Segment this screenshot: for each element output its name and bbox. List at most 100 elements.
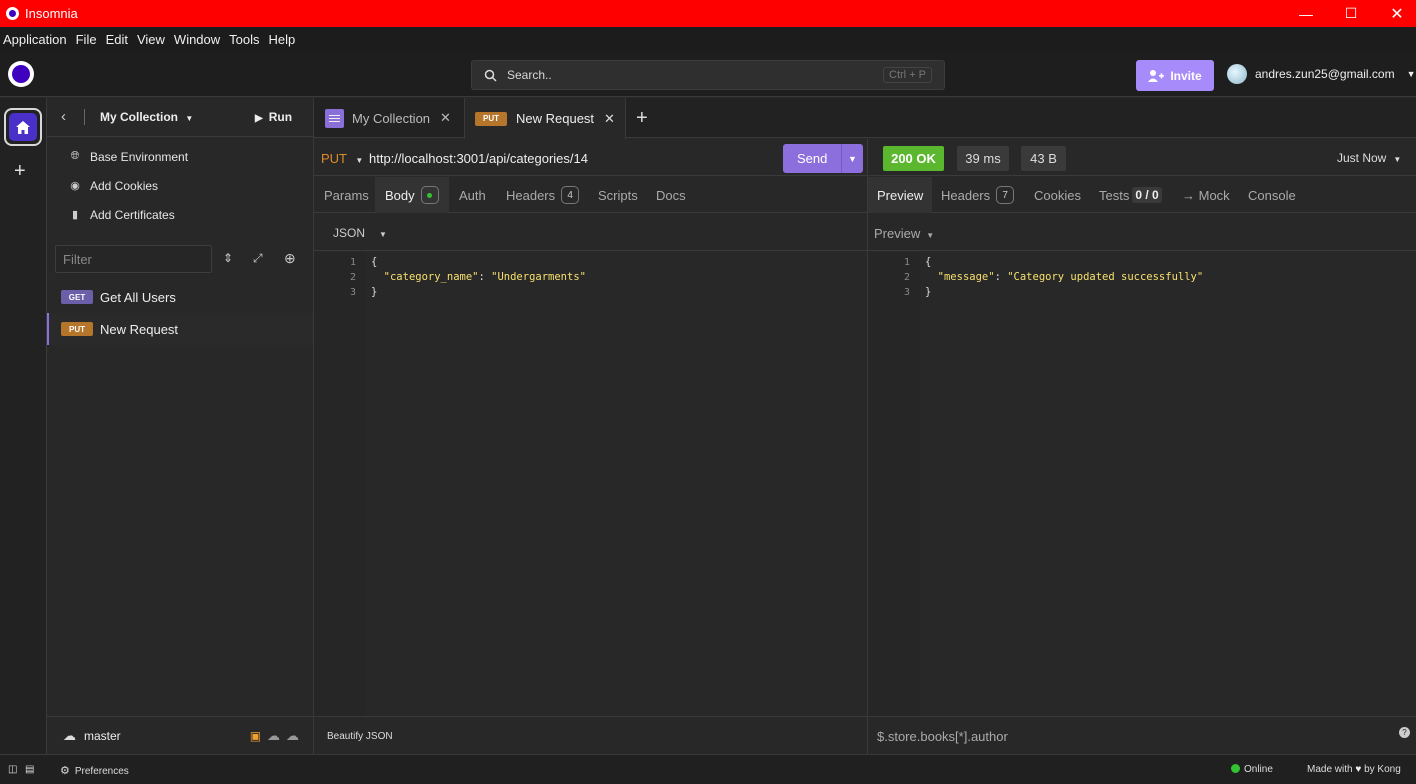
body-active-indicator bbox=[420, 186, 439, 204]
code-line: } bbox=[371, 286, 378, 298]
sidebar-request-new-request[interactable]: PUT New Request bbox=[47, 313, 313, 345]
branch-name[interactable]: master bbox=[84, 729, 121, 743]
made-with-kong[interactable]: Made with ♥ by Kong bbox=[1307, 764, 1401, 775]
code-line: } bbox=[925, 286, 932, 298]
filter-input[interactable]: Filter bbox=[55, 245, 212, 273]
user-menu[interactable]: andres.zun25@gmail.com ▼ bbox=[1227, 64, 1416, 84]
sort-icon[interactable]: ⇕ bbox=[223, 251, 233, 265]
request-tabs: Params Body Auth Headers 4 Scripts Docs bbox=[314, 177, 867, 213]
top-bar: Search.. Ctrl + P Invite andres.zun25@gm… bbox=[0, 52, 1416, 97]
method-badge: GET bbox=[61, 290, 93, 304]
title-bar: Insomnia — ☐ ✕ bbox=[0, 0, 1416, 27]
made-with-label: Made with bbox=[1307, 764, 1353, 775]
invite-button[interactable]: Invite bbox=[1136, 60, 1214, 91]
certificate-icon: ▮ bbox=[71, 209, 79, 221]
tab-label: Headers bbox=[941, 187, 991, 203]
sidebar-item-base-environment[interactable]: 🌐︎ Base Environment bbox=[47, 142, 313, 171]
sidebar-request-get-all-users[interactable]: GET Get All Users bbox=[47, 281, 313, 313]
tab-docs[interactable]: Docs bbox=[656, 177, 686, 213]
tab-response-headers[interactable]: Headers 7 bbox=[941, 177, 1015, 213]
tab-body[interactable]: Body bbox=[375, 177, 449, 213]
tab-new-request[interactable]: PUT New Request ✕ bbox=[464, 98, 626, 139]
close-tab-icon[interactable]: ✕ bbox=[604, 111, 615, 127]
home-button[interactable] bbox=[4, 108, 42, 146]
preferences-label: Preferences bbox=[74, 766, 129, 777]
tab-cookies[interactable]: Cookies bbox=[1034, 177, 1081, 213]
add-circle-icon[interactable]: ⊕ bbox=[284, 250, 296, 267]
line-number: 1 bbox=[903, 257, 910, 268]
sidebar-item-add-cookies[interactable]: ◉ Add Cookies bbox=[47, 171, 313, 200]
tab-label: New Request bbox=[516, 111, 595, 126]
minimize-icon[interactable]: — bbox=[1283, 0, 1329, 27]
run-label: Run bbox=[268, 110, 293, 124]
tab-mock[interactable]: → Mock bbox=[1182, 177, 1230, 213]
back-icon[interactable]: ‹ bbox=[61, 108, 66, 125]
editor-footer: Beautify JSON bbox=[314, 716, 867, 754]
close-icon[interactable]: ✕ bbox=[1374, 0, 1416, 27]
menu-help[interactable]: Help bbox=[266, 32, 302, 47]
cloud-download-icon[interactable]: ☁ bbox=[267, 728, 280, 744]
body-format-select[interactable]: JSON ▼ bbox=[333, 226, 387, 240]
tab-scripts[interactable]: Scripts bbox=[598, 177, 638, 213]
chevron-down-icon: ▼ bbox=[379, 230, 387, 239]
search-input[interactable]: Search.. Ctrl + P bbox=[471, 60, 945, 90]
left-rail: + bbox=[0, 98, 47, 754]
line-number: 3 bbox=[903, 287, 910, 298]
user-email: andres.zun25@gmail.com bbox=[1255, 67, 1395, 81]
beautify-json-button[interactable]: Beautify JSON bbox=[327, 731, 393, 742]
run-button[interactable]: ▶ Run bbox=[255, 110, 292, 124]
history-dropdown[interactable]: Just Now ▼ bbox=[1337, 151, 1401, 165]
sidebar-footer: ☁ master ▣ ☁ ☁ bbox=[47, 716, 313, 754]
app-logo-icon[interactable] bbox=[8, 61, 34, 87]
send-options-icon[interactable]: ▼ bbox=[841, 144, 863, 173]
code-line: "message": "Category updated successfull… bbox=[937, 271, 1204, 283]
sidebar-item-add-certificates[interactable]: ▮ Add Certificates bbox=[47, 200, 313, 229]
toggle-sidebar-icon[interactable]: ◫ bbox=[8, 764, 17, 775]
menu-tools[interactable]: Tools bbox=[226, 32, 265, 47]
preview-mode-select[interactable]: Preview ▼ bbox=[874, 226, 934, 241]
cookie-icon: ◉ bbox=[70, 180, 80, 192]
menu-window[interactable]: Window bbox=[171, 32, 226, 47]
line-number: 2 bbox=[349, 272, 356, 283]
avatar bbox=[1227, 64, 1247, 84]
sidebar-item-label: Add Cookies bbox=[90, 178, 159, 193]
tab-params[interactable]: Params bbox=[324, 177, 369, 213]
url-input[interactable]: http://localhost:3001/api/categories/14 bbox=[369, 151, 588, 166]
new-tab-button[interactable]: + bbox=[636, 98, 656, 138]
close-tab-icon[interactable]: ✕ bbox=[440, 110, 451, 126]
tab-auth[interactable]: Auth bbox=[459, 177, 486, 213]
method-select[interactable]: PUT ▼ bbox=[321, 151, 363, 166]
tab-console[interactable]: Console bbox=[1248, 177, 1296, 213]
collection-icon bbox=[325, 108, 344, 128]
add-project-icon[interactable]: + bbox=[14, 160, 26, 183]
online-status: Online bbox=[1231, 764, 1273, 775]
menu-edit[interactable]: Edit bbox=[103, 32, 134, 47]
tab-my-collection[interactable]: My Collection ✕ bbox=[314, 98, 464, 138]
menu-application[interactable]: Application bbox=[0, 32, 73, 47]
sidebar-item-label: Base Environment bbox=[90, 149, 189, 164]
collection-dropdown[interactable]: My Collection ▼ bbox=[100, 110, 193, 124]
main-area: My Collection ✕ PUT New Request ✕ + PUT … bbox=[314, 98, 1416, 754]
help-icon[interactable]: ? bbox=[1399, 727, 1410, 738]
maximize-icon[interactable]: ☐ bbox=[1328, 0, 1374, 27]
tab-tests[interactable]: Tests 0 / 0 bbox=[1099, 177, 1162, 213]
send-button[interactable]: Send ▼ bbox=[783, 144, 863, 173]
window-title: Insomnia bbox=[25, 6, 78, 21]
menu-file[interactable]: File bbox=[73, 32, 103, 47]
tab-label: Body bbox=[385, 187, 415, 203]
tab-preview[interactable]: Preview bbox=[868, 177, 933, 213]
response-filter-input[interactable]: $.store.books[*].author bbox=[877, 729, 1008, 744]
box-icon[interactable]: ▣ bbox=[250, 729, 261, 743]
menu-view[interactable]: View bbox=[134, 32, 171, 47]
add-user-icon bbox=[1148, 69, 1165, 82]
toggle-panel-icon[interactable]: ▤ bbox=[25, 764, 34, 775]
response-body-viewer[interactable]: 1 2 3 { "message": "Category updated suc… bbox=[868, 252, 1416, 716]
preferences-button[interactable]: ⚙ Preferences bbox=[60, 764, 129, 777]
cloud-upload-icon[interactable]: ☁ bbox=[286, 728, 299, 744]
sidebar-header: ‹ My Collection ▼ ▶ Run bbox=[47, 98, 313, 137]
tab-headers[interactable]: Headers 4 bbox=[506, 177, 580, 213]
divider bbox=[84, 109, 85, 125]
request-body-editor[interactable]: 1 2 3 { "category_name": "Undergarments"… bbox=[314, 252, 867, 716]
sidebar: ‹ My Collection ▼ ▶ Run 🌐︎ Base Environmen… bbox=[47, 98, 314, 754]
expand-icon[interactable]: ⤢ bbox=[253, 251, 263, 266]
